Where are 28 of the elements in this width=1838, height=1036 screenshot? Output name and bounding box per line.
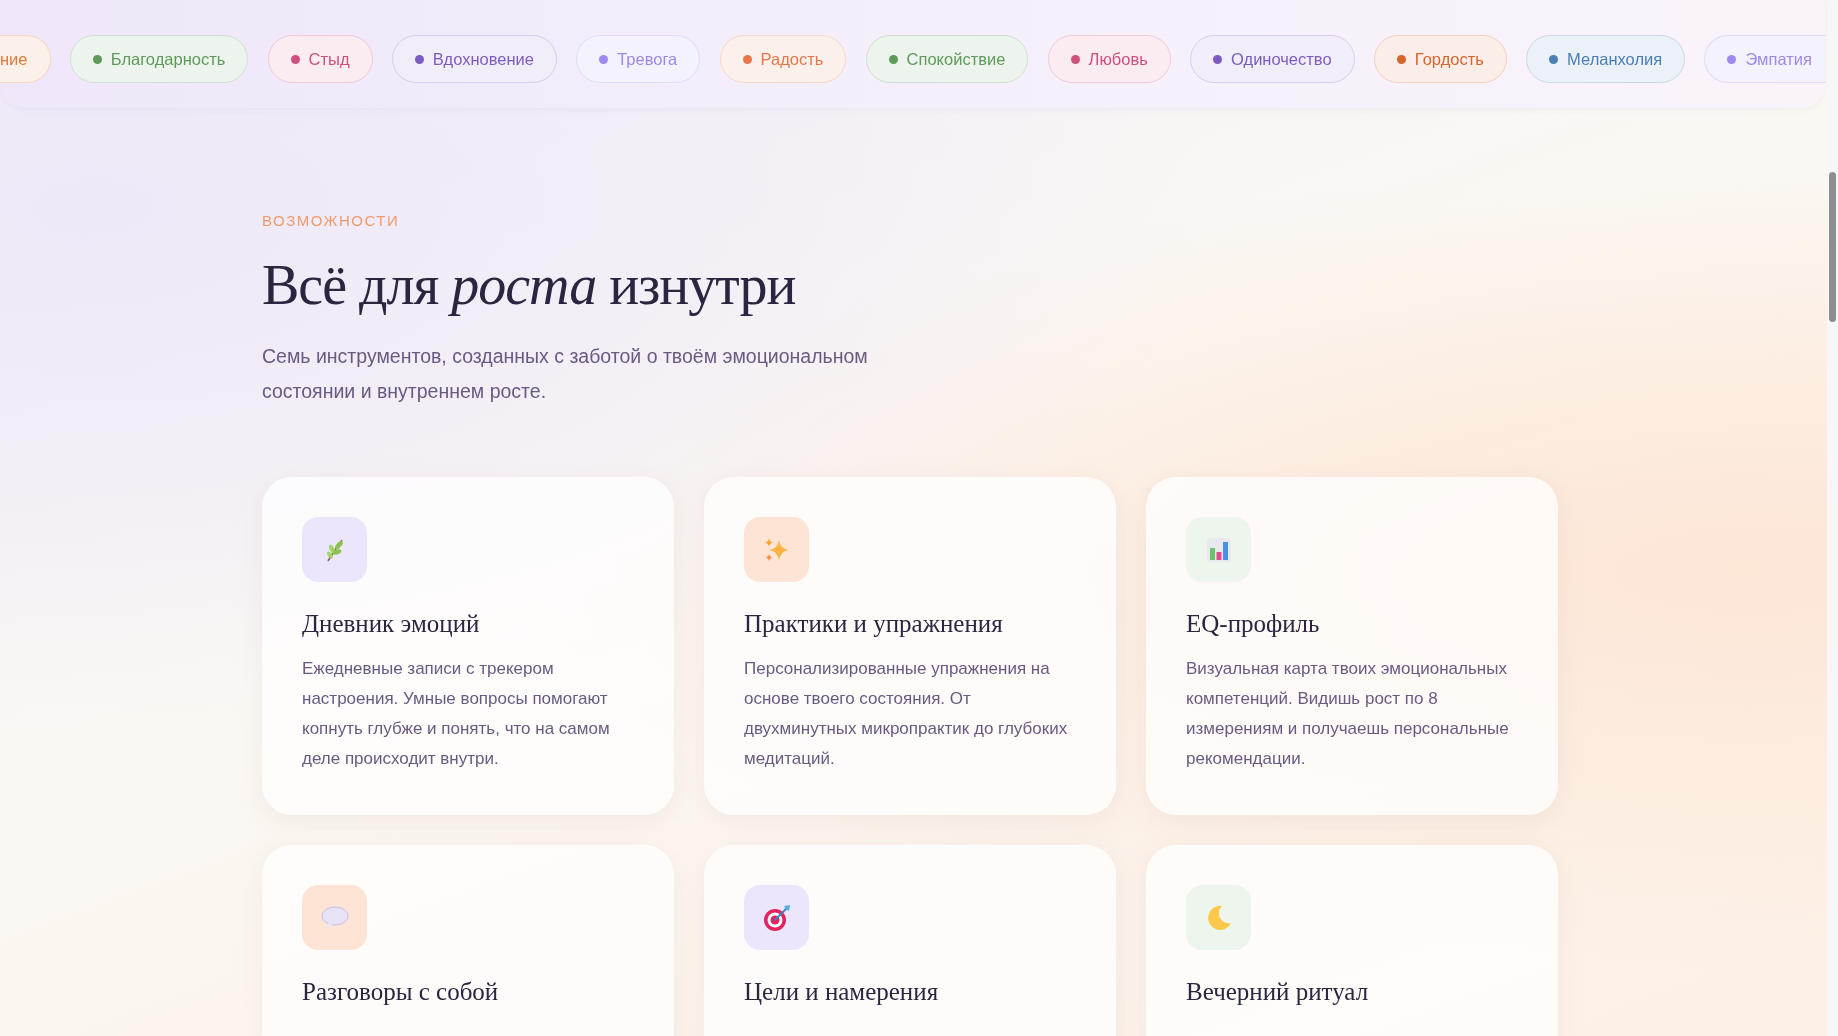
bar-chart-icon xyxy=(1204,535,1233,564)
emotion-chip[interactable]: ние xyxy=(0,35,51,83)
feature-title: Вечерний ритуал xyxy=(1186,978,1370,1006)
feature-title: Разговоры с собой xyxy=(302,978,500,1006)
emotion-chip[interactable]: Вдохновение xyxy=(391,35,557,83)
feature-description: Визуальная карта твоих эмоциональных компетенций. Видишь рост по 8 измерениям и получаешь персональные рекомендации. xyxy=(1186,658,1510,770)
section-subtitle: Семь инструментов, созданных с заботой о твоём эмоциональном состоянии и внутреннем росте. xyxy=(262,344,869,404)
emotion-chip[interactable]: Гордость xyxy=(1373,35,1507,83)
feature-title: Цели и намерения xyxy=(744,978,940,1006)
section-title: Всё для роста изнутри xyxy=(262,253,797,317)
emotion-chip[interactable]: Эмпатия xyxy=(1704,35,1826,83)
emotion-chip[interactable]: Любовь xyxy=(1047,35,1171,83)
target-icon xyxy=(761,902,792,933)
section-eyebrow: ВОЗМОЖНОСТИ xyxy=(262,212,401,229)
feature-description: Персонализированные упражнения на основе твоего состояния. От двухминутных микропрактик до глубоких медитаций. xyxy=(744,658,1069,770)
feature-description: Ежедневные записи с трекером настроения. Умные вопросы помогают копнуть глубже и понять, что на самом деле происходит внутри. xyxy=(302,658,611,770)
feature-title: Дневник эмоций xyxy=(302,610,481,638)
emotion-chip[interactable]: Меланхолия xyxy=(1526,35,1686,83)
emotion-chip[interactable]: Спокойствие xyxy=(865,35,1029,83)
emotion-chip[interactable]: Тревога xyxy=(576,35,701,83)
speech-bubble-icon xyxy=(319,904,350,931)
feature-title: EQ-профиль xyxy=(1186,610,1321,638)
feature-title: Практики и упражнения xyxy=(744,610,1004,638)
emotion-chip[interactable]: Радость xyxy=(719,35,847,83)
emotion-chip[interactable]: Стыд xyxy=(267,35,373,83)
emotion-chip[interactable]: Одиночество xyxy=(1190,35,1355,83)
emotion-chip[interactable]: Благодарность xyxy=(69,35,249,83)
scrollbar-thumb[interactable] xyxy=(1829,172,1836,322)
